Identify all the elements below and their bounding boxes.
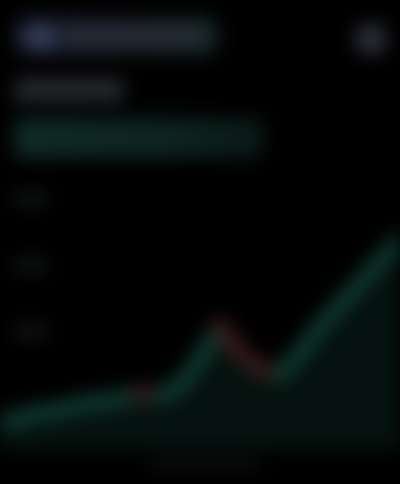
app-screen xyxy=(0,0,400,484)
price-chart[interactable] xyxy=(0,0,400,484)
blurred-content xyxy=(0,0,400,484)
x-axis-label xyxy=(150,458,260,470)
